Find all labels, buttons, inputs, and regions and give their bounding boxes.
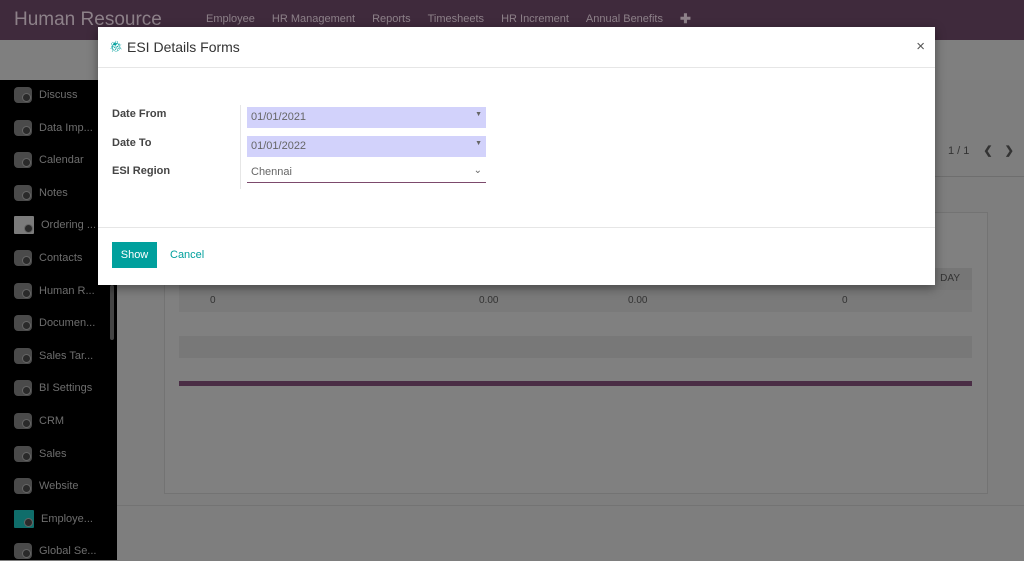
label-date-from: Date From xyxy=(112,108,167,120)
sidebar-item-label: Website xyxy=(39,480,79,493)
sidebar-item[interactable]: Ordering ... xyxy=(14,215,96,235)
sidebar-item[interactable]: Website xyxy=(14,476,79,496)
date-to-field[interactable]: 01/01/2022 ▼ xyxy=(247,136,486,157)
sidebar-item-label: Human R... xyxy=(39,284,95,297)
bug-icon: 🐞︎ xyxy=(109,41,123,53)
header-day: DAY xyxy=(940,273,960,284)
menu-timesheets[interactable]: Timesheets xyxy=(428,13,484,27)
camera-icon xyxy=(14,282,32,299)
sidebar-item[interactable]: Documen... xyxy=(14,313,95,333)
sidebar-item[interactable]: Discuss xyxy=(14,85,78,105)
divider xyxy=(117,505,1024,506)
sidebar-scrollbar[interactable] xyxy=(110,285,114,340)
sidebar-item-label: Employe... xyxy=(41,512,93,525)
camera-icon xyxy=(14,413,32,429)
sidebar-item-label: Global Se... xyxy=(39,545,97,558)
dialog-title: ESI Details Forms xyxy=(127,39,240,55)
table-row: 0 0.00 0.00 0 xyxy=(179,290,972,312)
sidebar-item[interactable]: BI Settings xyxy=(14,378,92,398)
close-icon[interactable]: × xyxy=(916,38,925,55)
camera-icon xyxy=(14,347,32,364)
menu-employee[interactable]: Employee xyxy=(206,13,255,27)
sidebar-item-label: Data Imp... xyxy=(39,121,93,134)
chevron-left-icon[interactable]: ❮ xyxy=(983,145,992,157)
chevron-right-icon[interactable]: ❯ xyxy=(1005,145,1014,157)
sidebar-item[interactable]: Human R... xyxy=(14,281,95,301)
sidebar-item-label: Documen... xyxy=(39,317,96,330)
sidebar-item[interactable]: Sales Tar... xyxy=(14,346,93,366)
sidebar-item[interactable]: CRM xyxy=(14,411,64,431)
label-date-to: Date To xyxy=(112,137,152,149)
dialog-footer: Show Cancel xyxy=(98,227,935,285)
label-esi-region: ESI Region xyxy=(112,165,171,177)
divider xyxy=(240,105,241,189)
show-button[interactable]: Show xyxy=(112,242,157,268)
pager: 1 / 1 ❮ ❯ xyxy=(948,144,1014,157)
camera-icon xyxy=(14,184,32,201)
sidebar-item-label: BI Settings xyxy=(39,382,93,395)
camera-icon xyxy=(14,152,32,169)
total-line xyxy=(179,381,972,386)
cancel-button[interactable]: Cancel xyxy=(170,249,204,261)
main-menu: Employee HR Management Reports Timesheet… xyxy=(206,11,691,27)
menu-hr-increment[interactable]: HR Increment xyxy=(501,13,569,27)
date-from-field[interactable]: 01/01/2021 ▼ xyxy=(247,107,486,128)
dialog-header: 🐞︎ ESI Details Forms × xyxy=(98,27,935,68)
camera-icon xyxy=(14,87,32,103)
sidebar-item[interactable]: Global Se... xyxy=(14,541,96,561)
plus-icon[interactable]: ✚ xyxy=(680,11,691,27)
cell: 0.00 xyxy=(628,295,648,306)
cell: 0.00 xyxy=(479,295,499,306)
map-pin-icon xyxy=(14,509,34,528)
camera-icon xyxy=(14,250,32,266)
caret-down-icon: ▼ xyxy=(475,111,482,118)
date-from-value: 01/01/2021 xyxy=(251,111,307,123)
caret-down-icon: ▼ xyxy=(475,140,482,147)
sidebar-item[interactable]: Calendar xyxy=(14,150,84,170)
sidebar-item-label: Sales Tar... xyxy=(39,349,94,362)
handshake-icon xyxy=(14,216,34,235)
sidebar-item-label: Notes xyxy=(39,186,68,199)
sidebar-item-label: CRM xyxy=(39,415,65,427)
cell: 0 xyxy=(210,295,216,306)
esi-region-value: Chennai xyxy=(251,166,292,178)
sidebar-item-label: Ordering ... xyxy=(41,219,97,232)
sidebar-item-label: Contacts xyxy=(39,252,83,264)
sidebar-item-label: Calendar xyxy=(39,154,84,167)
esi-region-select[interactable]: Chennai ⌄ xyxy=(247,162,486,183)
camera-icon xyxy=(14,445,32,462)
camera-icon xyxy=(14,543,32,560)
esi-details-dialog: 🐞︎ ESI Details Forms × Date From Date To… xyxy=(98,27,935,285)
chevron-down-icon: ⌄ xyxy=(473,165,482,176)
date-to-value: 01/01/2022 xyxy=(251,140,307,152)
camera-icon xyxy=(14,315,32,332)
sidebar-item-label: Sales xyxy=(39,447,67,460)
menu-hr-management[interactable]: HR Management xyxy=(272,13,355,27)
cell: 0 xyxy=(842,295,848,306)
sidebar-item[interactable]: Notes xyxy=(14,183,68,203)
sidebar-item[interactable]: Data Imp... xyxy=(14,118,93,138)
table-row-empty xyxy=(179,336,972,358)
sidebar-item[interactable]: Employe... xyxy=(14,509,93,529)
camera-icon xyxy=(14,119,32,136)
camera-icon xyxy=(14,380,32,397)
sidebar-item[interactable]: Sales xyxy=(14,444,67,464)
pager-value: 1 / 1 xyxy=(948,145,970,157)
menu-reports[interactable]: Reports xyxy=(372,13,411,27)
sidebar-item-label: Discuss xyxy=(39,89,78,101)
sidebar-item[interactable]: Contacts xyxy=(14,248,82,268)
menu-annual-benefits[interactable]: Annual Benefits xyxy=(586,13,663,27)
camera-icon xyxy=(14,478,32,495)
